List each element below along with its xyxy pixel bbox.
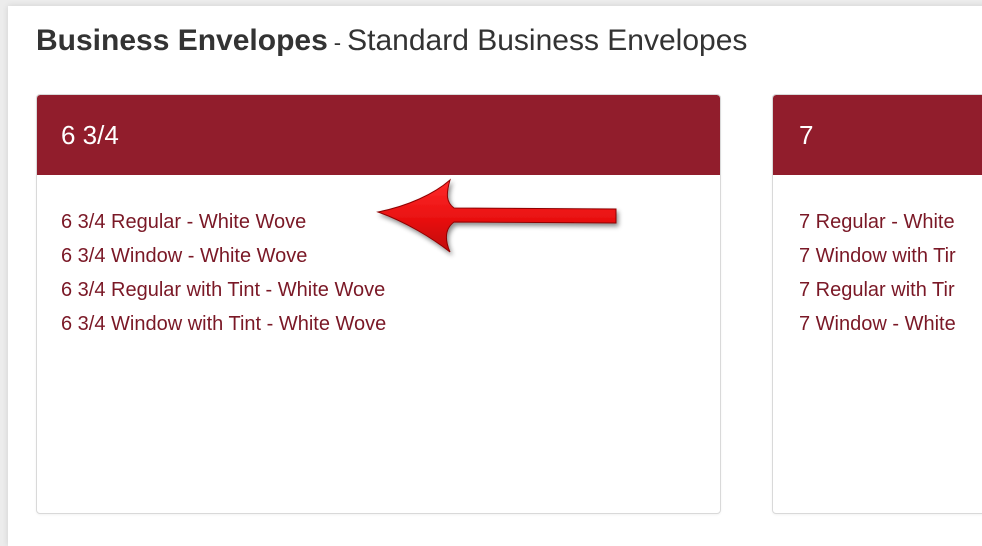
page-title-main: Business Envelopes: [36, 24, 328, 57]
panel-title: 7: [773, 95, 982, 175]
panel-title: 6 3/4: [37, 95, 720, 175]
size-panel-7: 7 7 Regular - White 7 Window with Tir 7 …: [772, 94, 982, 514]
size-panel-6-3-4: 6 3/4 6 3/4 Regular - White Wove 6 3/4 W…: [36, 94, 721, 514]
page-subtitle: Standard Business Envelopes: [347, 24, 748, 57]
page-title-separator: -: [333, 30, 342, 55]
panel-links: 7 Regular - White 7 Window with Tir 7 Re…: [773, 175, 982, 341]
product-link[interactable]: 7 Regular with Tir: [799, 273, 982, 307]
red-arrow-icon: [376, 178, 617, 254]
product-link[interactable]: 7 Window with Tir: [799, 239, 982, 273]
product-link[interactable]: 7 Regular - White: [799, 205, 982, 239]
page-title: Business Envelopes - Standard Business Env…: [36, 24, 747, 58]
product-link[interactable]: 6 3/4 Regular with Tint - White Wove: [61, 273, 720, 307]
product-link[interactable]: 7 Window - White: [799, 307, 982, 341]
product-link[interactable]: 6 3/4 Window with Tint - White Wove: [61, 307, 720, 341]
